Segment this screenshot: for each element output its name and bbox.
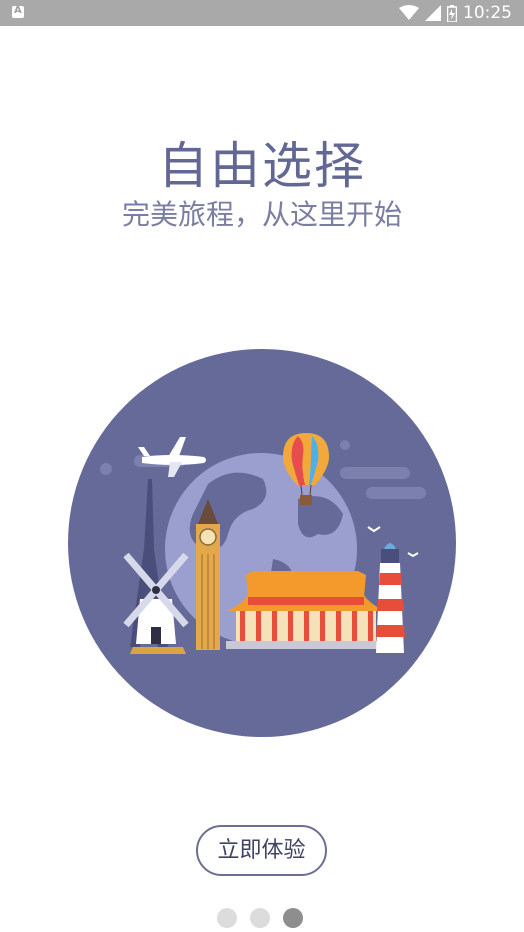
page-title: 自由选择 xyxy=(158,137,366,195)
travel-illustration xyxy=(68,349,456,737)
wifi-icon xyxy=(399,5,419,20)
status-icons: 10:25 xyxy=(399,2,512,24)
clock: 10:25 xyxy=(463,3,512,23)
page-subtitle: 完美旅程，从这里开始 xyxy=(121,198,402,231)
big-ben-icon xyxy=(196,499,220,650)
start-button[interactable]: 立即体验 xyxy=(196,825,327,876)
notification-icon: A xyxy=(12,5,24,18)
page-dot-2[interactable] xyxy=(250,908,270,928)
page-indicator xyxy=(217,908,303,928)
signal-icon xyxy=(425,5,441,21)
battery-icon xyxy=(447,4,457,22)
palace-icon xyxy=(226,571,384,649)
page-dot-3-active[interactable] xyxy=(283,908,303,928)
cloud xyxy=(366,487,426,499)
page-dot-1[interactable] xyxy=(217,908,237,928)
status-bar: A 10:25 xyxy=(0,0,524,26)
cloud xyxy=(340,467,410,479)
